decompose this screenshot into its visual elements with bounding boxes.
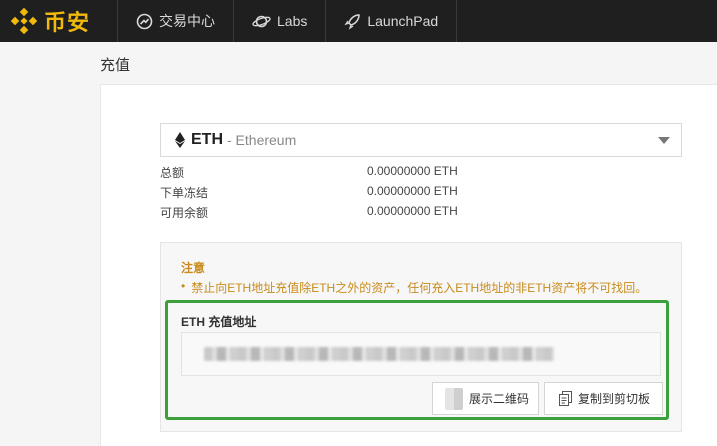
balance-row-available: 可用余额 0.00000000 ETH <box>160 204 520 221</box>
copy-icon <box>559 391 572 406</box>
balance-row-frozen: 下单冻结 0.00000000 ETH <box>160 184 520 201</box>
show-qr-label: 展示二维码 <box>469 392 530 406</box>
deposit-address-panel: ETH 充值地址 展示二维码 复制到剪切板 <box>165 300 669 420</box>
coin-name: - Ethereum <box>227 132 297 148</box>
brand-logo[interactable]: 币安 <box>0 0 118 42</box>
nav-item-labs[interactable]: Labs <box>234 0 327 42</box>
copy-to-clipboard-button[interactable]: 复制到剪切板 <box>544 382 663 415</box>
blurred-address <box>204 347 554 361</box>
coin-symbol: ETH <box>191 131 223 148</box>
ethereum-icon <box>175 132 185 148</box>
bullet-icon: • <box>181 279 186 293</box>
qr-code-icon <box>445 387 463 410</box>
balance-row-total: 总额 0.00000000 ETH <box>160 164 520 181</box>
page-title: 充值 <box>100 57 131 74</box>
chevron-down-icon <box>658 137 670 144</box>
balance-label: 总额 <box>160 166 185 180</box>
balance-value: 0.00000000 ETH <box>367 184 458 198</box>
deposit-address-label: ETH 充值地址 <box>181 315 257 329</box>
copy-label: 复制到剪切板 <box>578 392 651 406</box>
deposit-address-field[interactable] <box>181 332 661 376</box>
notice-text: 禁止向ETH地址充值除ETH之外的资产，任何充入ETH地址的非ETH资产将不可找… <box>191 281 648 295</box>
planet-icon <box>252 15 271 27</box>
deposit-panel: ETH - Ethereum 总额 0.00000000 ETH 下单冻结 0.… <box>100 84 717 446</box>
binance-logo-icon <box>10 7 38 35</box>
balance-value: 0.00000000 ETH <box>367 164 458 178</box>
show-qr-code-button[interactable]: 展示二维码 <box>432 382 539 415</box>
trade-icon <box>136 13 153 29</box>
coin-select-dropdown[interactable]: ETH - Ethereum <box>160 123 682 157</box>
notice-title: 注意 <box>181 261 206 275</box>
balance-value: 0.00000000 ETH <box>367 204 458 218</box>
nav-item-launchpad[interactable]: LaunchPad <box>326 0 458 42</box>
nav-item-label: LaunchPad <box>367 13 439 29</box>
deposit-notice-box: 注意 • 禁止向ETH地址充值除ETH之外的资产，任何充入ETH地址的非ETH资… <box>160 242 682 432</box>
nav-item-trade-center[interactable]: 交易中心 <box>118 0 234 42</box>
balance-label: 下单冻结 <box>160 186 209 200</box>
notice-item: • 禁止向ETH地址充值除ETH之外的资产，任何充入ETH地址的非ETH资产将不… <box>181 279 647 296</box>
rocket-icon <box>344 13 361 30</box>
top-nav-bar: 币安 交易中心 Labs LaunchPad <box>0 0 717 42</box>
balance-label: 可用余额 <box>160 206 209 220</box>
brand-name: 币安 <box>44 11 91 36</box>
nav-item-label: Labs <box>277 13 308 29</box>
nav-item-label: 交易中心 <box>159 13 215 29</box>
